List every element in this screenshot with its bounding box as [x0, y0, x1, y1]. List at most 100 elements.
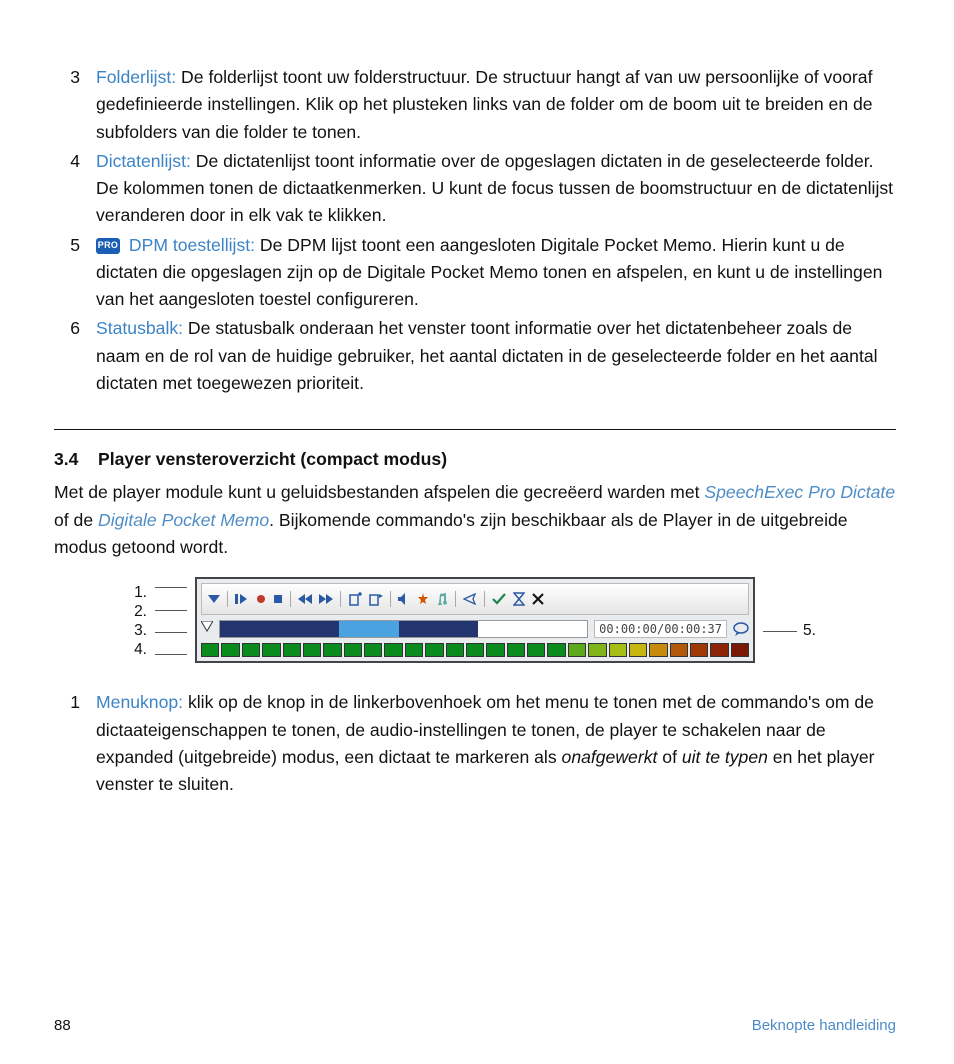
vu-cell: [547, 643, 565, 657]
vu-cell: [466, 643, 484, 657]
stop-icon[interactable]: [273, 594, 283, 604]
section-divider: [54, 429, 896, 430]
callout-labels-right: 5.: [763, 577, 816, 663]
vu-cell: [262, 643, 280, 657]
callout-label-5: 5.: [803, 622, 816, 640]
vu-cell: [507, 643, 525, 657]
rewind-icon[interactable]: [298, 593, 312, 605]
vu-cell: [283, 643, 301, 657]
vu-meter: [201, 643, 749, 657]
separator: [455, 591, 456, 607]
vu-cell: [384, 643, 402, 657]
progress-row: 00:00:00/00:00:37: [201, 620, 749, 638]
link-speechexec[interactable]: SpeechExec Pro Dictate: [704, 482, 895, 502]
guide-title: Beknopte handleiding: [752, 1017, 896, 1034]
callout-label-3: 3.: [134, 623, 147, 639]
send-icon[interactable]: [463, 593, 477, 605]
vu-cell: [344, 643, 362, 657]
section-number: 3.4: [54, 446, 98, 473]
priority-icon[interactable]: [417, 593, 429, 605]
player-toolbar: [201, 583, 749, 615]
vu-cell: [527, 643, 545, 657]
speech-bubble-icon[interactable]: [733, 622, 749, 636]
leader-line: [155, 654, 187, 655]
emphasis: onafgewerkt: [562, 747, 658, 767]
document-page: 3 Folderlijst: De folderlijst toont uw f…: [0, 0, 954, 1064]
item-text: De dictatenlijst toont informatie over d…: [96, 151, 893, 226]
leader-line: [155, 632, 187, 633]
item-body: Menuknop: klik op de knop in de linkerbo…: [90, 689, 896, 798]
item-body: Statusbalk: De statusbalk onderaan het v…: [90, 315, 896, 397]
vu-cell: [486, 643, 504, 657]
item-number: 1: [54, 689, 90, 798]
vu-cell: [201, 643, 219, 657]
term-dictatenlijst: Dictatenlijst:: [96, 151, 191, 171]
hourglass-icon[interactable]: [513, 592, 525, 606]
vu-cell: [364, 643, 382, 657]
new-dictation-icon[interactable]: [348, 592, 362, 606]
vu-cell: [221, 643, 239, 657]
vu-cell: [425, 643, 443, 657]
record-icon[interactable]: [256, 594, 266, 604]
section-heading: 3.4 Player vensteroverzicht (compact mod…: [54, 446, 896, 473]
para-text: of de: [54, 510, 98, 530]
position-marker-icon[interactable]: [201, 621, 213, 637]
item-body: PRO DPM toestellijst: De DPM lijst toont…: [90, 232, 896, 314]
separator: [484, 591, 485, 607]
section-title: Player vensteroverzicht (compact modus): [98, 446, 447, 473]
link-dpm[interactable]: Digitale Pocket Memo: [98, 510, 269, 530]
separator: [290, 591, 291, 607]
callout-label-1: 1.: [134, 585, 147, 601]
callout-labels-left: 1. 2. 3. 4.: [134, 577, 147, 663]
page-footer: 88 Beknopte handleiding: [54, 1017, 896, 1034]
list-item: 4 Dictatenlijst: De dictatenlijst toont …: [54, 148, 896, 230]
fast-forward-icon[interactable]: [319, 593, 333, 605]
vu-cell: [303, 643, 321, 657]
instruction-icon[interactable]: [369, 592, 383, 606]
item-number: 5: [54, 232, 90, 314]
progress-track[interactable]: [219, 620, 588, 638]
list-item: 5 PRO DPM toestellijst: De DPM lijst too…: [54, 232, 896, 314]
term-menuknop: Menuknop:: [96, 692, 183, 712]
menu-icon[interactable]: [208, 593, 220, 605]
item-number: 3: [54, 64, 90, 146]
check-icon[interactable]: [492, 593, 506, 605]
callout-label-4: 4.: [134, 642, 147, 658]
para-text: Met de player module kunt u geluidsbesta…: [54, 482, 704, 502]
list-item: 1 Menuknop: klik op de knop in de linker…: [54, 689, 896, 798]
vu-cell: [242, 643, 260, 657]
vu-cell: [629, 643, 647, 657]
section-paragraph: Met de player module kunt u geluidsbesta…: [54, 479, 896, 561]
track-segment: [339, 621, 399, 637]
leader-lines: [155, 577, 187, 663]
item-text: De statusbalk onderaan het venster toont…: [96, 318, 878, 393]
callout-label-2: 2.: [134, 604, 147, 620]
item-body: Dictatenlijst: De dictatenlijst toont in…: [90, 148, 896, 230]
pro-badge-icon: PRO: [96, 238, 120, 254]
vu-cell: [731, 643, 749, 657]
vu-cell: [690, 643, 708, 657]
leader-line: [763, 631, 797, 632]
leader-line: [155, 587, 187, 588]
vu-cell: [710, 643, 728, 657]
vu-cell: [649, 643, 667, 657]
track-segment: [399, 621, 478, 637]
music-icon[interactable]: [436, 593, 448, 605]
item-body: Folderlijst: De folderlijst toont uw fol…: [90, 64, 896, 146]
item-number: 4: [54, 148, 90, 230]
vu-cell: [609, 643, 627, 657]
item-text: of: [657, 747, 681, 767]
volume-icon[interactable]: [398, 593, 410, 605]
separator: [390, 591, 391, 607]
timecode-display: 00:00:00/00:00:37: [594, 620, 727, 638]
list-item: 6 Statusbalk: De statusbalk onderaan het…: [54, 315, 896, 397]
callout-list: 1 Menuknop: klik op de knop in de linker…: [54, 689, 896, 798]
item-text: De folderlijst toont uw folderstructuur.…: [96, 67, 873, 142]
play-pause-icon[interactable]: [235, 593, 249, 605]
vu-cell: [568, 643, 586, 657]
term-folderlijst: Folderlijst:: [96, 67, 176, 87]
item-number: 6: [54, 315, 90, 397]
separator: [227, 591, 228, 607]
vu-cell: [323, 643, 341, 657]
close-icon[interactable]: [532, 593, 544, 605]
